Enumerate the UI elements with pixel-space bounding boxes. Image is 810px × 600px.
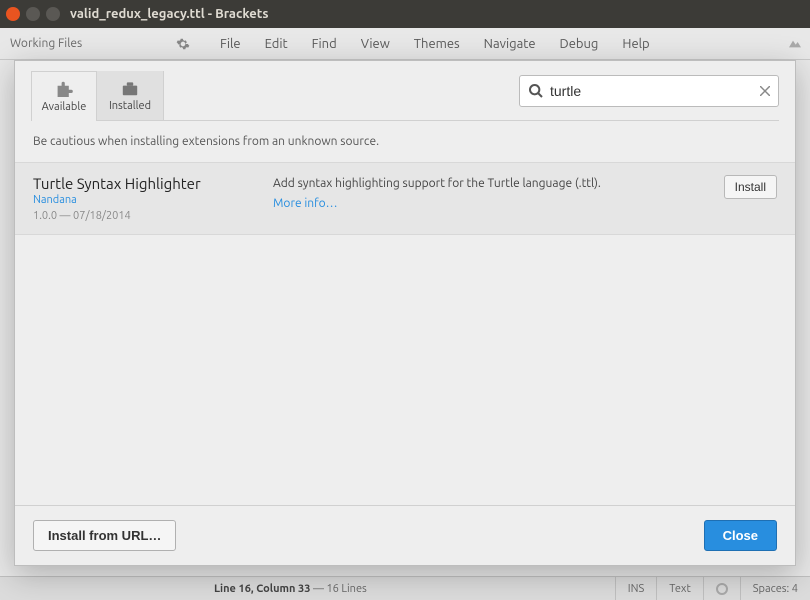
menu-themes[interactable]: Themes — [404, 33, 470, 55]
close-button[interactable]: Close — [704, 520, 777, 551]
search-input[interactable] — [550, 83, 760, 99]
menu-help[interactable]: Help — [612, 33, 659, 55]
puzzle-icon — [54, 81, 74, 97]
lines-label: — 16 Lines — [310, 583, 366, 595]
extension-author[interactable]: Nandana — [33, 194, 273, 206]
working-files-label: Working Files — [10, 37, 82, 50]
extension-date: 07/18/2014 — [73, 210, 131, 222]
cursor-position[interactable]: Line 16, Column 33 — 16 Lines — [200, 583, 615, 595]
window-controls — [6, 7, 60, 21]
search-icon — [528, 83, 544, 99]
lint-status[interactable] — [703, 577, 740, 600]
extension-row: Turtle Syntax Highlighter Nandana 1.0.0 … — [15, 162, 795, 235]
window-titlebar: valid_redux_legacy.ttl - Brackets — [0, 0, 810, 28]
insert-mode[interactable]: INS — [615, 577, 656, 600]
briefcase-icon — [120, 80, 140, 96]
tab-installed-label: Installed — [109, 100, 151, 112]
sidebar-header: Working Files — [0, 28, 200, 59]
extension-list: Turtle Syntax Highlighter Nandana 1.0.0 … — [15, 162, 795, 505]
install-button[interactable]: Install — [724, 175, 777, 199]
search-box — [519, 75, 779, 107]
menu-view[interactable]: View — [351, 33, 400, 55]
clear-search-icon[interactable] — [760, 86, 770, 96]
extension-meta: 1.0.0 — 07/18/2014 — [33, 210, 273, 222]
extension-version: 1.0.0 — [33, 210, 57, 222]
menu-find[interactable]: Find — [302, 33, 347, 55]
cursor-label: Line 16, Column 33 — [214, 583, 310, 595]
tab-available[interactable]: Available — [31, 71, 97, 121]
menu-navigate[interactable]: Navigate — [474, 33, 546, 55]
indent-setting[interactable]: Spaces: 4 — [740, 577, 810, 600]
extension-manager-modal: Available Installed Be cautious when ins… — [14, 60, 796, 566]
tab-installed[interactable]: Installed — [97, 71, 163, 120]
extension-description: Add syntax highlighting support for the … — [273, 177, 601, 190]
maximize-icon[interactable] — [46, 7, 60, 21]
caution-message: Be cautious when installing extensions f… — [15, 121, 795, 162]
menu-file[interactable]: File — [210, 33, 251, 55]
close-icon[interactable] — [6, 7, 20, 21]
menubar: File Edit Find View Themes Navigate Debu… — [200, 28, 780, 59]
circle-icon — [716, 583, 728, 595]
statusbar: Line 16, Column 33 — 16 Lines INS Text S… — [0, 576, 810, 600]
window-title: valid_redux_legacy.ttl - Brackets — [70, 7, 269, 21]
tab-available-label: Available — [42, 101, 87, 113]
menu-debug[interactable]: Debug — [550, 33, 609, 55]
menu-edit[interactable]: Edit — [255, 33, 298, 55]
extension-title: Turtle Syntax Highlighter — [33, 175, 273, 192]
minimize-icon[interactable] — [26, 7, 40, 21]
install-from-url-button[interactable]: Install from URL… — [33, 520, 176, 551]
live-preview-icon[interactable] — [787, 36, 803, 52]
more-info-link[interactable]: More info… — [273, 195, 338, 213]
file-type[interactable]: Text — [656, 577, 703, 600]
gear-icon[interactable] — [176, 37, 190, 51]
